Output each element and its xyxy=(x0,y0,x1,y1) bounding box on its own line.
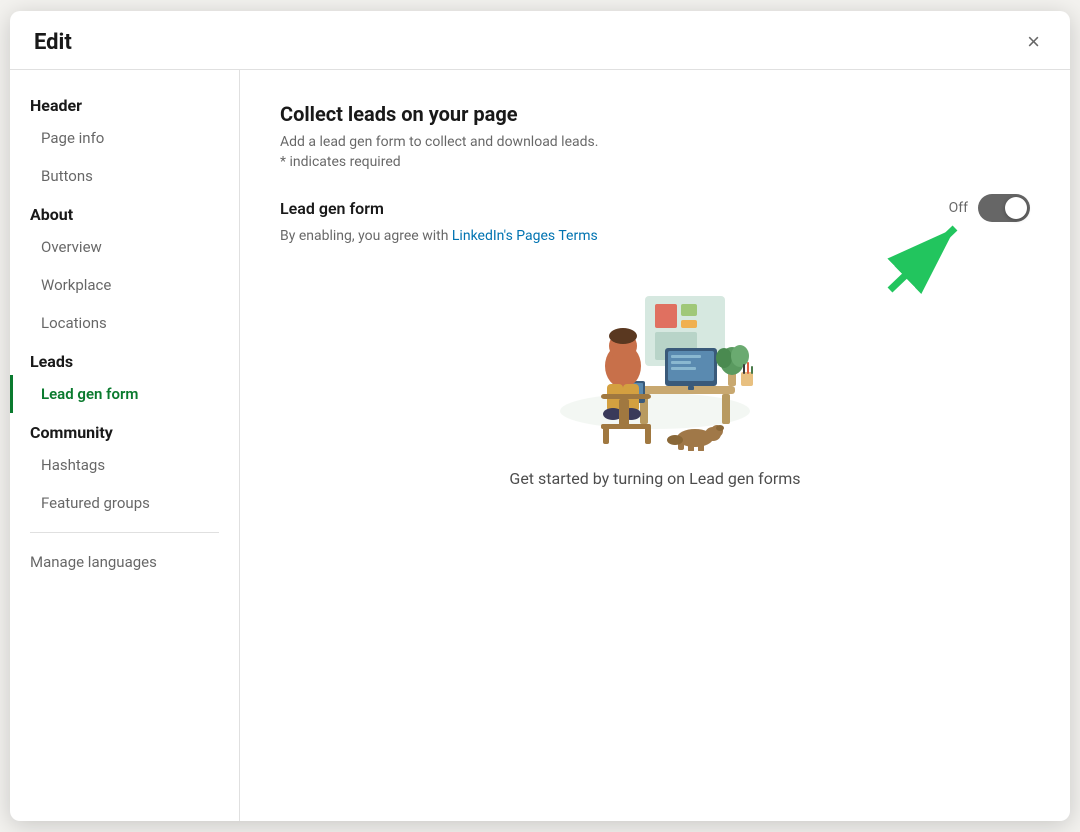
sidebar: Header Page info Buttons About Overview … xyxy=(10,70,240,821)
agree-text: By enabling, you agree with LinkedIn's P… xyxy=(280,228,1030,244)
sidebar-item-page-info[interactable]: Page info xyxy=(10,119,239,157)
edit-modal: Edit × Header Page info Buttons About Ov… xyxy=(10,11,1070,821)
sidebar-item-buttons[interactable]: Buttons xyxy=(10,157,239,195)
section-title: Collect leads on your page xyxy=(280,102,1030,126)
sidebar-item-featured-groups[interactable]: Featured groups xyxy=(10,484,239,522)
sidebar-item-overview[interactable]: Overview xyxy=(10,228,239,266)
pages-terms-link[interactable]: LinkedIn's Pages Terms xyxy=(452,228,598,244)
toggle-thumb xyxy=(1005,197,1027,219)
sidebar-item-hashtags[interactable]: Hashtags xyxy=(10,446,239,484)
sidebar-section-community: Community xyxy=(10,413,239,446)
illustration-area: Get started by turning on Lead gen forms xyxy=(280,276,1030,488)
lead-gen-label: Lead gen form xyxy=(280,199,384,218)
illustration-svg xyxy=(545,276,765,451)
modal-header: Edit × xyxy=(10,11,1070,70)
modal-title: Edit xyxy=(34,30,72,55)
sidebar-item-lead-gen-form[interactable]: Lead gen form xyxy=(10,375,239,413)
sidebar-divider xyxy=(30,532,219,533)
sidebar-item-locations[interactable]: Locations xyxy=(10,304,239,342)
toggle-off-label: Off xyxy=(949,200,968,216)
sidebar-section-leads: Leads xyxy=(10,342,239,375)
toggle-wrapper: Off xyxy=(949,194,1030,222)
main-content: Collect leads on your page Add a lead ge… xyxy=(240,70,1070,821)
sidebar-section-about: About xyxy=(10,195,239,228)
sidebar-manage-languages[interactable]: Manage languages xyxy=(10,543,239,581)
section-required: * indicates required xyxy=(280,154,1030,170)
section-desc: Add a lead gen form to collect and downl… xyxy=(280,134,1030,150)
modal-body: Header Page info Buttons About Overview … xyxy=(10,70,1070,821)
illustration-caption: Get started by turning on Lead gen forms xyxy=(509,469,800,488)
lead-gen-toggle[interactable] xyxy=(978,194,1030,222)
lead-gen-row: Lead gen form Off xyxy=(280,194,1030,222)
toggle-track xyxy=(978,194,1030,222)
sidebar-section-header: Header xyxy=(10,86,239,119)
close-button[interactable]: × xyxy=(1021,29,1046,55)
sidebar-item-workplace[interactable]: Workplace xyxy=(10,266,239,304)
